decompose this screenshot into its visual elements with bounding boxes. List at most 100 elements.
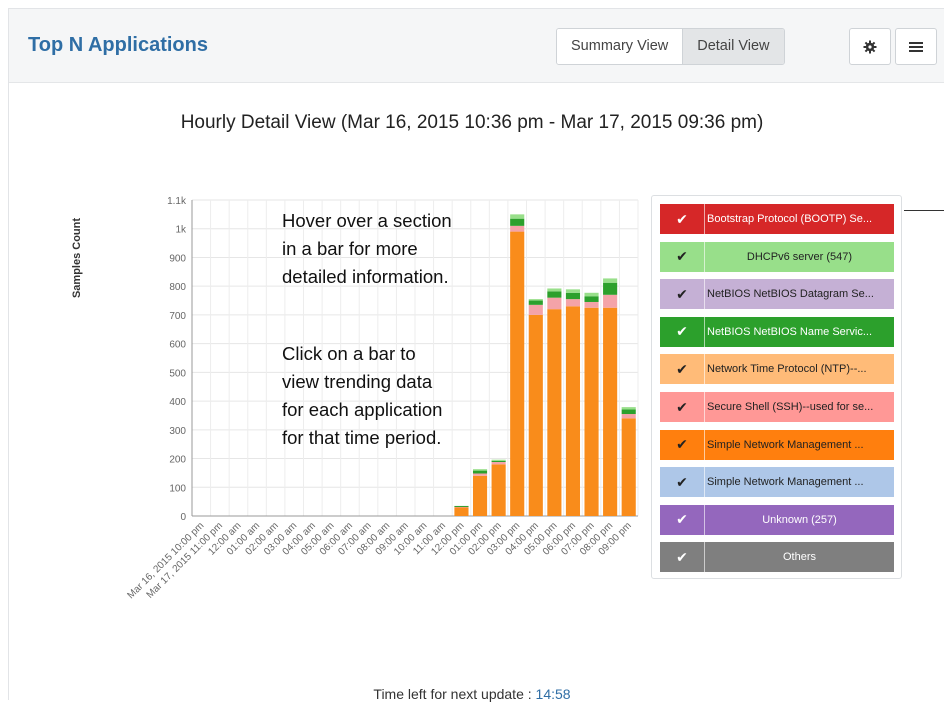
legend-item-label: Others bbox=[782, 551, 816, 564]
view-toggle: Summary View Detail View bbox=[556, 28, 785, 65]
check-icon[interactable]: ✔ bbox=[660, 542, 705, 573]
legend-item[interactable]: ✔ Bootstrap Protocol (BOOTP) Se... bbox=[660, 204, 894, 234]
legend-item[interactable]: ✔ Simple Network Management ... bbox=[660, 429, 894, 460]
chart-annotation-line: Click on a bar to bbox=[282, 343, 416, 364]
y-tick-label: 400 bbox=[169, 397, 186, 408]
check-icon[interactable]: ✔ bbox=[660, 204, 705, 234]
legend-item-label: Simple Network Management ... bbox=[707, 476, 864, 489]
list-icon bbox=[909, 41, 923, 52]
x-tick-label: Mar 16, 2015 10:00 pm bbox=[126, 520, 207, 601]
panel-header: Top N Applications Summary View Detail V… bbox=[9, 9, 944, 83]
y-tick-label: 1.1k bbox=[167, 196, 187, 207]
bar-segment[interactable] bbox=[491, 461, 506, 465]
panel-title: Top N Applications bbox=[28, 34, 208, 56]
summary-view-button[interactable]: Summary View bbox=[557, 29, 683, 64]
bar-segment[interactable] bbox=[528, 314, 543, 516]
chart-annotation-line: view trending data bbox=[282, 371, 433, 392]
bar-segment[interactable] bbox=[454, 505, 469, 507]
legend-item[interactable]: ✔ NetBIOS NetBIOS Name Servic... bbox=[660, 316, 894, 347]
bar-segment[interactable] bbox=[565, 289, 581, 293]
bar-segment[interactable] bbox=[603, 294, 618, 308]
bar-segment[interactable] bbox=[510, 214, 525, 219]
check-icon[interactable]: ✔ bbox=[660, 241, 705, 272]
detail-view-button[interactable]: Detail View bbox=[682, 29, 784, 64]
settings-button[interactable] bbox=[849, 28, 891, 65]
bar-segment[interactable] bbox=[472, 469, 488, 471]
chart-annotation-line: Hover over a section bbox=[282, 210, 452, 231]
y-tick-label: 200 bbox=[169, 455, 186, 466]
bar-segment[interactable] bbox=[547, 309, 562, 516]
bar-segment[interactable] bbox=[584, 296, 599, 302]
bar-segment[interactable] bbox=[491, 460, 506, 462]
bar-segment[interactable] bbox=[603, 282, 618, 295]
y-tick-label: 500 bbox=[169, 368, 186, 379]
check-icon[interactable]: ✔ bbox=[660, 354, 705, 385]
bar-segment[interactable] bbox=[547, 288, 562, 292]
legend-item[interactable]: ✔ Others bbox=[660, 542, 894, 573]
bar-segment[interactable] bbox=[472, 473, 488, 476]
legend-item-label: Network Time Protocol (NTP)--... bbox=[707, 363, 867, 376]
legend-item[interactable]: ✔ Simple Network Management ... bbox=[660, 467, 894, 498]
bar-segment[interactable] bbox=[584, 307, 599, 516]
bar-segment[interactable] bbox=[528, 299, 543, 301]
chart-legend: ✔ Bootstrap Protocol (BOOTP) Se... ✔ DHCPv6… bbox=[651, 195, 902, 579]
bar-segment[interactable] bbox=[547, 297, 562, 310]
bar-segment[interactable] bbox=[491, 464, 506, 516]
bar-segment[interactable] bbox=[510, 218, 525, 226]
bar-segment[interactable] bbox=[603, 307, 618, 516]
bar-segment[interactable] bbox=[584, 292, 599, 297]
check-icon[interactable]: ✔ bbox=[660, 504, 705, 535]
check-icon[interactable]: ✔ bbox=[660, 392, 705, 422]
y-tick-label: 700 bbox=[169, 311, 186, 322]
legend-item-label: Secure Shell (SSH)--used for se... bbox=[707, 401, 874, 413]
chart-annotation-line: detailed information. bbox=[282, 266, 449, 287]
legend-item[interactable]: ✔ Secure Shell (SSH)--used for se... bbox=[660, 392, 894, 422]
x-tick-label: Mar 17, 2015 11:00 pm bbox=[145, 520, 225, 600]
legend-item-label: NetBIOS NetBIOS Name Servic... bbox=[707, 325, 873, 338]
bar-segment[interactable] bbox=[565, 299, 581, 307]
y-tick-label: 100 bbox=[169, 483, 186, 494]
y-axis-label: Samples Count bbox=[71, 218, 83, 298]
check-icon[interactable]: ✔ bbox=[660, 429, 705, 460]
legend-connector-line bbox=[904, 210, 944, 211]
stacked-bar-chart: 0 100 200 300 400 500 600 700 800 900 1k 1.1k Sample… bbox=[71, 196, 639, 601]
bar-segment[interactable] bbox=[491, 459, 506, 461]
chart-annotation-line: in a bar for more bbox=[282, 238, 418, 259]
legend-item-label: NetBIOS NetBIOS Datagram Se... bbox=[707, 288, 874, 301]
gear-icon bbox=[863, 40, 877, 53]
bar-segment[interactable] bbox=[565, 292, 581, 300]
legend-item[interactable]: ✔ Unknown (257) bbox=[660, 504, 894, 535]
bar-segment[interactable] bbox=[603, 278, 618, 283]
legend-item-label: Simple Network Management ... bbox=[707, 438, 864, 451]
bar-segment[interactable] bbox=[621, 409, 636, 415]
bar-segment[interactable] bbox=[528, 304, 543, 315]
y-tick-label: 900 bbox=[169, 253, 186, 264]
bar-segment[interactable] bbox=[565, 306, 581, 516]
legend-item-label: Bootstrap Protocol (BOOTP) Se... bbox=[707, 213, 873, 225]
y-tick-label: 600 bbox=[169, 340, 186, 351]
y-tick-label: 1k bbox=[175, 225, 187, 236]
legend-item[interactable]: ✔ Network Time Protocol (NTP)--... bbox=[660, 354, 894, 385]
bar-segment[interactable] bbox=[454, 507, 469, 516]
menu-button[interactable] bbox=[895, 28, 937, 65]
chart-title: Hourly Detail View (Mar 16, 2015 10:36 p… bbox=[180, 112, 764, 133]
bar-segment[interactable] bbox=[621, 407, 636, 410]
chart-annotation-line: for each application bbox=[282, 399, 442, 420]
bar-segment[interactable] bbox=[584, 301, 599, 308]
bar-segment[interactable] bbox=[528, 300, 543, 305]
bar-segment[interactable] bbox=[472, 475, 488, 516]
bar-segment[interactable] bbox=[621, 418, 636, 516]
bar-segment[interactable] bbox=[510, 225, 525, 232]
legend-item-label: DHCPv6 server (547) bbox=[746, 250, 853, 263]
chart-annotation-line: for that time period. bbox=[282, 427, 441, 448]
legend-item[interactable]: ✔ DHCPv6 server (547) bbox=[660, 241, 894, 272]
legend-item[interactable]: ✔ NetBIOS NetBIOS Datagram Se... bbox=[660, 279, 894, 310]
bar-segment[interactable] bbox=[547, 291, 562, 298]
bar-segment[interactable] bbox=[621, 414, 636, 419]
check-icon[interactable]: ✔ bbox=[660, 467, 705, 498]
check-icon[interactable]: ✔ bbox=[660, 279, 705, 310]
bar-segment[interactable] bbox=[472, 470, 488, 474]
y-tick-label: 800 bbox=[169, 282, 186, 293]
bar-segment[interactable] bbox=[510, 231, 525, 516]
check-icon[interactable]: ✔ bbox=[660, 316, 705, 347]
